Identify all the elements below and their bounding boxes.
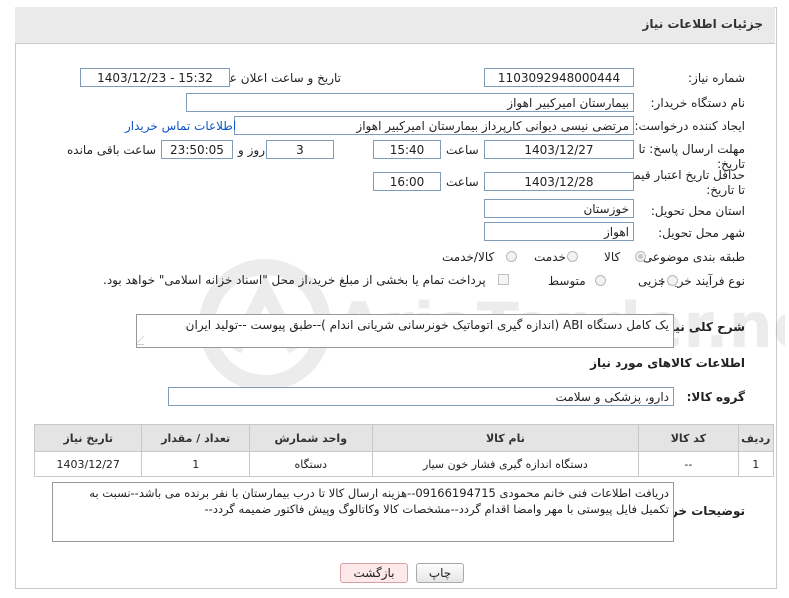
buyer-notes-textarea[interactable]: دریافت اطلاعات فنی خانم محمودی 091661947… [52, 482, 674, 542]
back-button[interactable]: بازگشت [340, 563, 408, 583]
cell-need-date: 1403/12/27 [33, 451, 143, 477]
summary-text: یک کامل دستگاه ABI (اندازه گیری اتوماتیک… [185, 318, 669, 332]
process-medium-label: متوسط [548, 274, 586, 288]
col-header-quantity: تعداد / مقدار [141, 424, 250, 452]
table-header-row: ردیف کد کالا نام کالا واحد شمارش تعداد /… [33, 424, 775, 452]
province-label: استان محل تحویل: [650, 204, 745, 218]
city-label: شهر محل تحویل: [658, 226, 745, 240]
validity-label: حداقل تاریخ اعتبار قیمت: تا تاریخ: [618, 168, 745, 197]
category-goods-radio[interactable] [635, 251, 646, 262]
goods-info-title: اطلاعات کالاهای مورد نیاز [590, 356, 745, 370]
page-title: جزئیات اطلاعات نیاز [642, 17, 763, 31]
cell-unit: دستگاه [248, 451, 373, 477]
validity-date-field: 1403/12/28 [484, 172, 634, 191]
table-row: 1 -- دستگاه اندازه گیری فشار خون سیار دس… [33, 451, 775, 477]
category-goods-service-label: کالا/خدمت [442, 250, 495, 264]
remaining-time-field: 23:50:05 [161, 140, 233, 159]
creator-label: ایجاد کننده درخواست: [634, 119, 745, 133]
buyer-notes-line-2: تکمیل فایل پیوستی با مهر وامضا اقدام گرد… [204, 502, 669, 516]
summary-textarea[interactable]: یک کامل دستگاه ABI (اندازه گیری اتوماتیک… [136, 314, 674, 348]
treasury-payment-checkbox[interactable] [498, 274, 509, 285]
cell-row-number: 1 [737, 451, 775, 477]
category-goods-service-radio[interactable] [506, 251, 517, 262]
need-number-label: شماره نیاز: [688, 71, 745, 85]
validity-time-field: 16:00 [373, 172, 441, 191]
need-number-field: 1103092948000444 [484, 68, 634, 87]
category-service-radio[interactable] [567, 251, 578, 262]
category-goods-label: کالا [604, 250, 621, 264]
col-header-need-date: تاریخ نیاز [33, 424, 143, 452]
col-header-goods-name: نام کالا [371, 424, 640, 452]
city-field: اهواز [484, 222, 634, 241]
panel-header: جزئیات اطلاعات نیاز [15, 7, 775, 44]
province-field: خوزستان [484, 199, 634, 218]
deadline-time-field: 15:40 [373, 140, 441, 159]
buyer-field: بیمارستان امیرکبیر اهواز [186, 93, 634, 112]
cell-quantity: 1 [141, 451, 250, 477]
cell-goods-name: دستگاه اندازه گیری فشار خون سیار [371, 451, 640, 477]
remaining-label: ساعت باقی مانده [67, 143, 157, 157]
process-medium-radio[interactable] [595, 275, 606, 286]
process-minor-radio[interactable] [667, 275, 678, 286]
creator-field: مرتضی نیسی دیوانی کارپرداز بیمارستان امی… [234, 116, 634, 135]
process-minor-label: جزیی [638, 274, 666, 288]
buyer-label: نام دستگاه خریدار: [650, 96, 746, 110]
category-label: طبقه بندی موضوعی: [638, 250, 745, 264]
goods-group-label: گروه کالا: [686, 390, 745, 404]
deadline-hour-label: ساعت [446, 143, 479, 157]
treasury-payment-note: پرداخت تمام یا بخشی از مبلغ خرید،از محل … [103, 273, 486, 287]
print-button[interactable]: چاپ [416, 563, 464, 583]
validity-hour-label: ساعت [446, 175, 479, 189]
goods-group-field: دارو، پزشکی و سلامت [168, 387, 674, 406]
deadline-date-field: 1403/12/27 [484, 140, 634, 159]
category-service-label: خدمت [534, 250, 566, 264]
goods-table: ردیف کد کالا نام کالا واحد شمارش تعداد /… [33, 424, 775, 477]
col-header-goods-code: کد کالا [638, 424, 739, 452]
resize-grip-icon[interactable] [137, 336, 153, 345]
days-field: 3 [266, 140, 334, 159]
days-label: روز و [238, 143, 265, 157]
col-header-row-number: ردیف [737, 424, 775, 452]
buyer-notes-line-1: دریافت اطلاعات فنی خانم محمودی 091661947… [89, 486, 669, 500]
col-header-unit: واحد شمارش [248, 424, 373, 452]
cell-goods-code: -- [638, 451, 739, 477]
announce-field: 1403/12/23 - 15:32 [80, 68, 230, 87]
contact-info-link[interactable]: اطلاعات تماس خریدار [125, 119, 236, 133]
